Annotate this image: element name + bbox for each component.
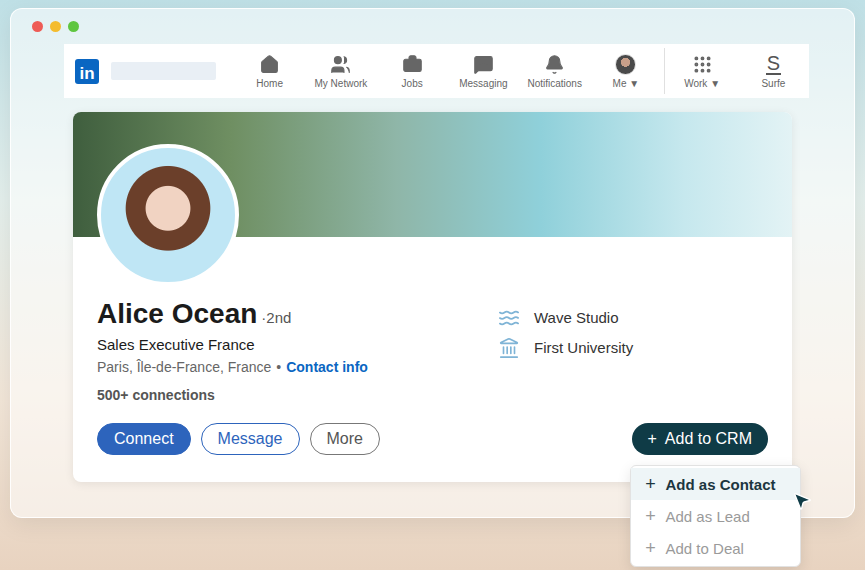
title-bar bbox=[11, 9, 854, 44]
nav-item[interactable]: Home bbox=[234, 54, 305, 89]
page: in Home My Network Jobs Messaging Notificatio… bbox=[0, 0, 865, 570]
cursor bbox=[791, 490, 813, 512]
grid-icon bbox=[692, 54, 713, 75]
window-control[interactable] bbox=[50, 21, 61, 32]
neutral-button[interactable]: More bbox=[310, 423, 380, 455]
nav-label: Surfe bbox=[761, 78, 785, 89]
profile-card: Alice Ocean·2ndSales Executive FrancePar… bbox=[73, 112, 792, 482]
profile-name: Alice Ocean bbox=[97, 297, 257, 331]
connection-degree: ·2nd bbox=[261, 301, 291, 335]
briefcase-icon bbox=[402, 54, 423, 75]
add-to-crm-button[interactable]: + Add to CRM bbox=[632, 423, 768, 455]
nav-item[interactable]: Work ▼ bbox=[667, 54, 738, 89]
linkedin-logo[interactable]: in bbox=[75, 59, 99, 84]
location-text: Paris, Île-de-France, France bbox=[97, 357, 271, 377]
experience-label: Wave Studio bbox=[534, 308, 619, 328]
plus-glyph: + bbox=[645, 474, 657, 495]
nav-label: Me ▼ bbox=[613, 78, 640, 89]
menu-item-label: Add as Contact bbox=[666, 476, 776, 493]
menu-item-label: Add as Lead bbox=[666, 508, 750, 525]
nav-item[interactable]: Notifications bbox=[519, 54, 590, 89]
nav-item[interactable]: Jobs bbox=[377, 54, 448, 89]
search-box[interactable] bbox=[111, 62, 216, 80]
plus-glyph: + bbox=[645, 538, 657, 559]
profile-location: Paris, Île-de-France, France•Contact inf… bbox=[97, 357, 498, 377]
home-icon bbox=[259, 54, 280, 75]
nav-label: My Network bbox=[315, 78, 368, 89]
nav-item[interactable]: My Network bbox=[305, 54, 376, 89]
separator: • bbox=[276, 357, 281, 377]
nav-item[interactable]: S Surfe bbox=[738, 53, 809, 89]
me-avatar[interactable] bbox=[615, 54, 636, 75]
nav-divider bbox=[664, 48, 665, 94]
university-icon bbox=[498, 337, 520, 359]
contact-info-link[interactable]: Contact info bbox=[286, 357, 368, 377]
crm-wrapper: +Add to CRM+Add as Contact+Add as Lead+A… bbox=[632, 423, 768, 455]
name-row: Alice Ocean·2nd bbox=[97, 297, 498, 335]
connections-count: 500+ connections bbox=[97, 385, 498, 405]
profile-photo bbox=[97, 144, 239, 286]
nav-label: Work ▼ bbox=[684, 78, 720, 89]
message-icon bbox=[473, 54, 494, 75]
experience-label: First University bbox=[534, 338, 633, 358]
profile-info: Alice Ocean·2ndSales Executive FrancePar… bbox=[97, 297, 498, 405]
menu-item-label: Add to Deal bbox=[666, 540, 744, 557]
experience-item[interactable]: First University bbox=[498, 337, 633, 359]
experience-list: Wave Studio First University bbox=[498, 307, 633, 405]
profile-headline: Sales Executive France bbox=[97, 335, 498, 355]
crm-menu-item[interactable]: + Add to Deal bbox=[631, 532, 800, 564]
profile-actions: Connect Message More bbox=[97, 423, 380, 455]
plus-glyph: + bbox=[648, 430, 657, 448]
window-control[interactable] bbox=[68, 21, 79, 32]
nav-label: Messaging bbox=[459, 78, 507, 89]
nav-label: Home bbox=[256, 78, 283, 89]
browser-window: in Home My Network Jobs Messaging Notificatio… bbox=[10, 8, 855, 518]
crm-label: Add to CRM bbox=[665, 430, 752, 448]
crm-menu-item[interactable]: + Add as Lead bbox=[631, 500, 800, 532]
outline-button[interactable]: Message bbox=[201, 423, 300, 455]
plus-glyph: + bbox=[645, 506, 657, 527]
network-icon bbox=[330, 54, 351, 75]
nav-bar: in Home My Network Jobs Messaging Notificatio… bbox=[64, 44, 809, 98]
mouse-pointer-icon bbox=[791, 490, 813, 512]
action-row: ConnectMessageMore+Add to CRM+Add as Con… bbox=[97, 423, 768, 455]
crm-menu: + Add as Contact + Add as Lead + Add to Deal bbox=[630, 465, 801, 567]
window-control[interactable] bbox=[32, 21, 43, 32]
waves-icon bbox=[498, 307, 520, 329]
profile-top-row: Alice Ocean·2ndSales Executive FrancePar… bbox=[97, 297, 768, 405]
surfe-logo[interactable]: S bbox=[766, 53, 781, 75]
nav-label: Jobs bbox=[402, 78, 423, 89]
bell-icon bbox=[544, 54, 565, 75]
crm-menu-item[interactable]: + Add as Contact bbox=[631, 468, 800, 500]
experience-item[interactable]: Wave Studio bbox=[498, 307, 633, 329]
primary-button[interactable]: Connect bbox=[97, 423, 191, 455]
nav-item[interactable]: Me ▼ bbox=[590, 54, 661, 89]
nav-label: Notifications bbox=[527, 78, 581, 89]
nav-item[interactable]: Messaging bbox=[448, 54, 519, 89]
